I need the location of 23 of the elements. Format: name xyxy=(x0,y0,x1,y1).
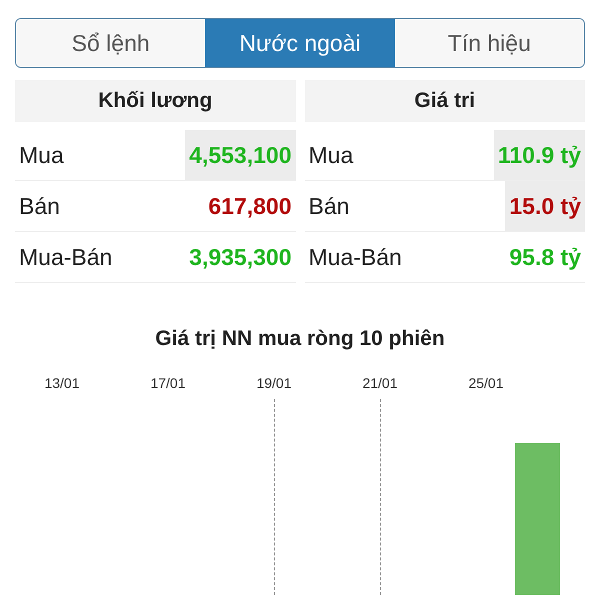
value-cell-text: 617,800 xyxy=(207,192,292,221)
tab[interactable]: Sổ lệnh xyxy=(16,19,206,67)
value-cell: 4,553,100 xyxy=(185,130,296,180)
tab[interactable]: Tín hiệu xyxy=(394,19,584,67)
column-header: Khối lương xyxy=(15,80,296,122)
row-label: Bán xyxy=(308,192,350,221)
chart-title: Giá trị NN mua ròng 10 phiên xyxy=(154,326,446,352)
axis-label: 21/01 xyxy=(361,374,399,392)
value-cell: 15.0 tỷ xyxy=(505,181,585,231)
row-label: Mua xyxy=(18,140,64,170)
axis-label: 13/01 xyxy=(43,374,81,392)
column-header: Giá tri xyxy=(304,80,585,122)
axis-label: 19/01 xyxy=(255,374,293,392)
axis-label: 17/01 xyxy=(149,374,187,392)
row-label: Mua-Bán xyxy=(18,242,112,272)
axis-label: 25/01 xyxy=(467,374,505,392)
value-cell-text: 3,935,300 xyxy=(188,242,292,272)
value-cell: 110.9 tỷ xyxy=(494,130,585,180)
row-label: Bán xyxy=(18,192,60,221)
value-cell-text: 95.8 tỷ xyxy=(508,242,582,272)
row-label: Mua xyxy=(308,140,354,170)
tab[interactable]: Nước ngoài xyxy=(205,19,395,67)
row-label: Mua-Bán xyxy=(308,242,402,272)
